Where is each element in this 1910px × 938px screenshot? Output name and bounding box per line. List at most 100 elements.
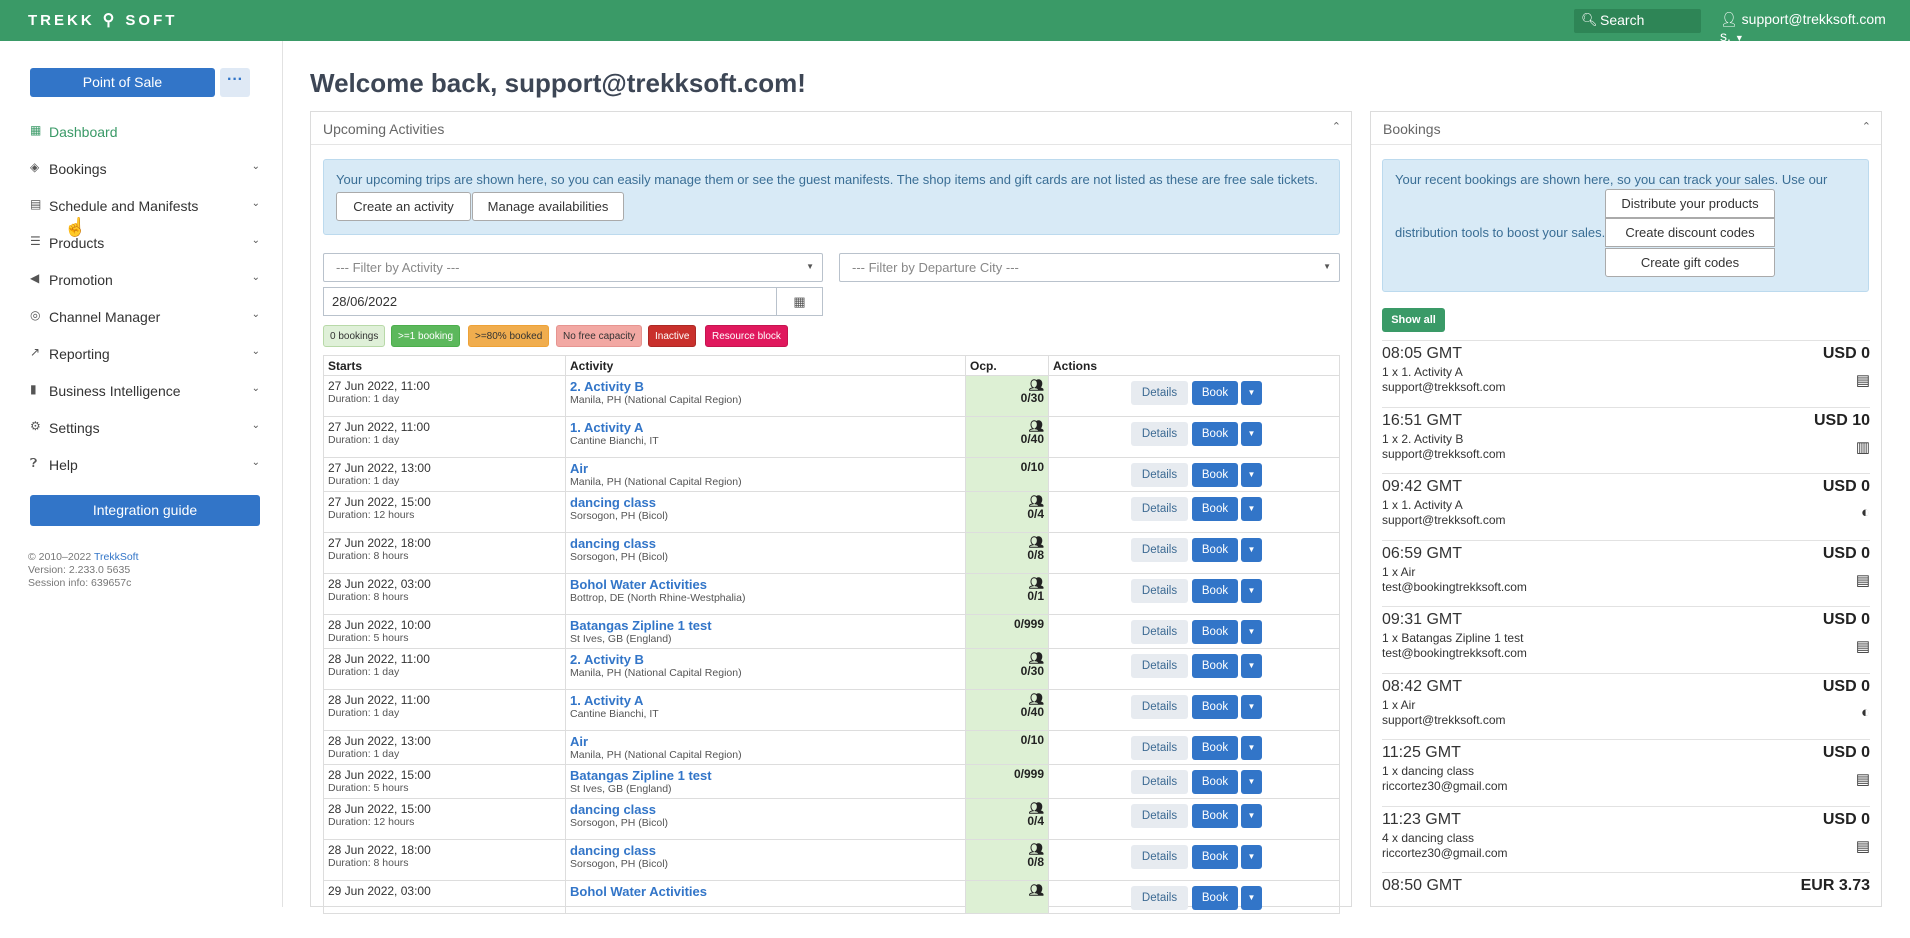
sidebar-item-dashboard[interactable]: ▦ Dashboard bbox=[30, 122, 260, 144]
sidebar-item-reporting[interactable]: ↗ Reporting ⌄ bbox=[30, 344, 260, 366]
search-input[interactable]: 🔍︎ Search bbox=[1574, 9, 1701, 33]
book-dropdown-button[interactable]: ▼ bbox=[1241, 886, 1262, 910]
more-options-button[interactable]: ··· bbox=[220, 68, 250, 97]
details-button[interactable]: Details bbox=[1131, 422, 1188, 446]
book-dropdown-button[interactable]: ▼ bbox=[1241, 538, 1262, 562]
calendar-icon: ▦ bbox=[793, 294, 806, 309]
book-button[interactable]: Book bbox=[1192, 804, 1238, 828]
sidebar-item-promotion[interactable]: ◀ Promotion ⌄ bbox=[30, 270, 260, 292]
activity-link[interactable]: Batangas Zipline 1 test bbox=[570, 618, 961, 633]
occupancy-cell: 0/999 bbox=[965, 764, 1049, 799]
distribute-products-button[interactable]: Distribute your products bbox=[1605, 189, 1775, 218]
book-dropdown-button[interactable]: ▼ bbox=[1241, 654, 1262, 678]
activity-link[interactable]: Air bbox=[570, 461, 961, 476]
sidebar-item-business-intelligence[interactable]: ▮ Business Intelligence ⌄ bbox=[30, 381, 260, 403]
activity-link[interactable]: 1. Activity A bbox=[570, 420, 961, 435]
booking-item[interactable]: 09:31 GMT USD 0 1 x Batangas Zipline 1 tes… bbox=[1382, 606, 1870, 672]
book-button[interactable]: Book bbox=[1192, 886, 1238, 910]
create-discount-codes-button[interactable]: Create discount codes bbox=[1605, 218, 1775, 247]
book-button[interactable]: Book bbox=[1192, 620, 1238, 644]
details-button[interactable]: Details bbox=[1131, 804, 1188, 828]
book-dropdown-button[interactable]: ▼ bbox=[1241, 804, 1262, 828]
details-button[interactable]: Details bbox=[1131, 381, 1188, 405]
activity-link[interactable]: Air bbox=[570, 734, 961, 749]
create-activity-button[interactable]: Create an activity bbox=[336, 192, 471, 221]
activity-link[interactable]: 2. Activity B bbox=[570, 652, 961, 667]
trekksoft-logo[interactable]: TREKK ⚲ SOFT bbox=[28, 10, 177, 30]
book-button[interactable]: Book bbox=[1192, 770, 1238, 794]
activity-link[interactable]: Bohol Water Activities bbox=[570, 884, 961, 899]
booking-item[interactable]: 08:42 GMT USD 0 1 x Air support@trekksoft.c… bbox=[1382, 672, 1870, 739]
collapse-icon[interactable]: ⌃ bbox=[1862, 120, 1871, 133]
user-icon: 👤︎ bbox=[1720, 11, 1738, 27]
details-button[interactable]: Details bbox=[1131, 497, 1188, 521]
activity-link[interactable]: 1. Activity A bbox=[570, 693, 961, 708]
create-gift-codes-button[interactable]: Create gift codes bbox=[1605, 248, 1775, 277]
activity-link[interactable]: dancing class bbox=[570, 536, 961, 551]
details-button[interactable]: Details bbox=[1131, 579, 1188, 603]
filter-city-select[interactable]: --- Filter by Departure City --- ▼ bbox=[839, 253, 1340, 282]
book-button[interactable]: Book bbox=[1192, 381, 1238, 405]
book-dropdown-button[interactable]: ▼ bbox=[1241, 497, 1262, 521]
details-button[interactable]: Details bbox=[1131, 463, 1188, 487]
collapse-icon[interactable]: ⌃ bbox=[1332, 120, 1341, 133]
book-button[interactable]: Book bbox=[1192, 579, 1238, 603]
sidebar-item-schedule[interactable]: ▤ Schedule and Manifests ⌄ bbox=[30, 196, 260, 218]
book-button[interactable]: Book bbox=[1192, 736, 1238, 760]
booking-item[interactable]: 11:25 GMT USD 0 1 x dancing class riccortez… bbox=[1382, 739, 1870, 805]
column-header-ocp[interactable]: Ocp. bbox=[965, 355, 1049, 376]
details-button[interactable]: Details bbox=[1131, 538, 1188, 562]
filter-activity-select[interactable]: --- Filter by Activity --- ▼ bbox=[323, 253, 823, 282]
book-button[interactable]: Book bbox=[1192, 422, 1238, 446]
user-menu[interactable]: 👤︎ support@trekksoft.com s. ▼ bbox=[1720, 11, 1910, 44]
book-dropdown-button[interactable]: ▼ bbox=[1241, 463, 1262, 487]
booking-item[interactable]: 09:42 GMT USD 0 1 x 1. Activity Asupport@t… bbox=[1382, 473, 1870, 539]
details-button[interactable]: Details bbox=[1131, 770, 1188, 794]
activity-link[interactable]: 2. Activity B bbox=[570, 379, 961, 394]
sidebar-item-settings[interactable]: ⚙ Settings ⌄ bbox=[30, 418, 260, 440]
sidebar-item-channel-manager[interactable]: ◎ Channel Manager ⌄ bbox=[30, 307, 260, 329]
details-button[interactable]: Details bbox=[1131, 695, 1188, 719]
column-header-starts[interactable]: Starts bbox=[323, 355, 566, 376]
sidebar-item-bookings[interactable]: ◈ Bookings ⌄ bbox=[30, 159, 260, 181]
booking-item[interactable]: 16:51 GMT USD 10 1 x 2. Activity Bsupport@… bbox=[1382, 406, 1870, 473]
book-dropdown-button[interactable]: ▼ bbox=[1241, 579, 1262, 603]
book-dropdown-button[interactable]: ▼ bbox=[1241, 695, 1262, 719]
details-button[interactable]: Details bbox=[1131, 736, 1188, 760]
details-button[interactable]: Details bbox=[1131, 620, 1188, 644]
booking-email: support@trekksoft.com bbox=[1382, 446, 1506, 461]
booking-item[interactable]: 08:05 GMT USD 0 1 x 1. Activity Asupport@t… bbox=[1382, 340, 1870, 406]
trekksoft-link[interactable]: TrekkSoft bbox=[94, 551, 139, 563]
activity-link[interactable]: dancing class bbox=[570, 802, 961, 817]
book-dropdown-button[interactable]: ▼ bbox=[1241, 381, 1262, 405]
booking-item[interactable]: 11:23 GMT USD 0 4 x dancing class riccortez… bbox=[1382, 805, 1870, 872]
activity-link[interactable]: dancing class bbox=[570, 843, 961, 858]
integration-guide-button[interactable]: Integration guide bbox=[30, 495, 260, 526]
calendar-picker-button[interactable]: ▦ bbox=[777, 287, 823, 316]
book-button[interactable]: Book bbox=[1192, 695, 1238, 719]
activity-link[interactable]: Bohol Water Activities bbox=[570, 577, 961, 592]
book-button[interactable]: Book bbox=[1192, 845, 1238, 869]
book-dropdown-button[interactable]: ▼ bbox=[1241, 736, 1262, 760]
point-of-sale-button[interactable]: Point of Sale bbox=[30, 68, 215, 97]
book-button[interactable]: Book bbox=[1192, 538, 1238, 562]
manage-availabilities-button[interactable]: Manage availabilities bbox=[472, 192, 624, 221]
book-button[interactable]: Book bbox=[1192, 463, 1238, 487]
sidebar-item-help[interactable]: ❓︎ Help ⌄ bbox=[30, 455, 260, 477]
book-dropdown-button[interactable]: ▼ bbox=[1241, 845, 1262, 869]
show-all-button[interactable]: Show all bbox=[1382, 308, 1445, 332]
booking-item[interactable]: 06:59 GMT USD 0 1 x Air test@bookingtrekkso… bbox=[1382, 539, 1870, 606]
activity-link[interactable]: Batangas Zipline 1 test bbox=[570, 768, 961, 783]
book-button[interactable]: Book bbox=[1192, 497, 1238, 521]
booking-item[interactable]: 08:50 GMT EUR 3.73 bbox=[1382, 872, 1870, 938]
column-header-activity[interactable]: Activity bbox=[565, 355, 966, 376]
book-dropdown-button[interactable]: ▼ bbox=[1241, 422, 1262, 446]
activity-link[interactable]: dancing class bbox=[570, 495, 961, 510]
book-button[interactable]: Book bbox=[1192, 654, 1238, 678]
details-button[interactable]: Details bbox=[1131, 654, 1188, 678]
book-dropdown-button[interactable]: ▼ bbox=[1241, 770, 1262, 794]
details-button[interactable]: Details bbox=[1131, 886, 1188, 910]
book-dropdown-button[interactable]: ▼ bbox=[1241, 620, 1262, 644]
date-input[interactable]: 28/06/2022 bbox=[323, 287, 777, 316]
details-button[interactable]: Details bbox=[1131, 845, 1188, 869]
